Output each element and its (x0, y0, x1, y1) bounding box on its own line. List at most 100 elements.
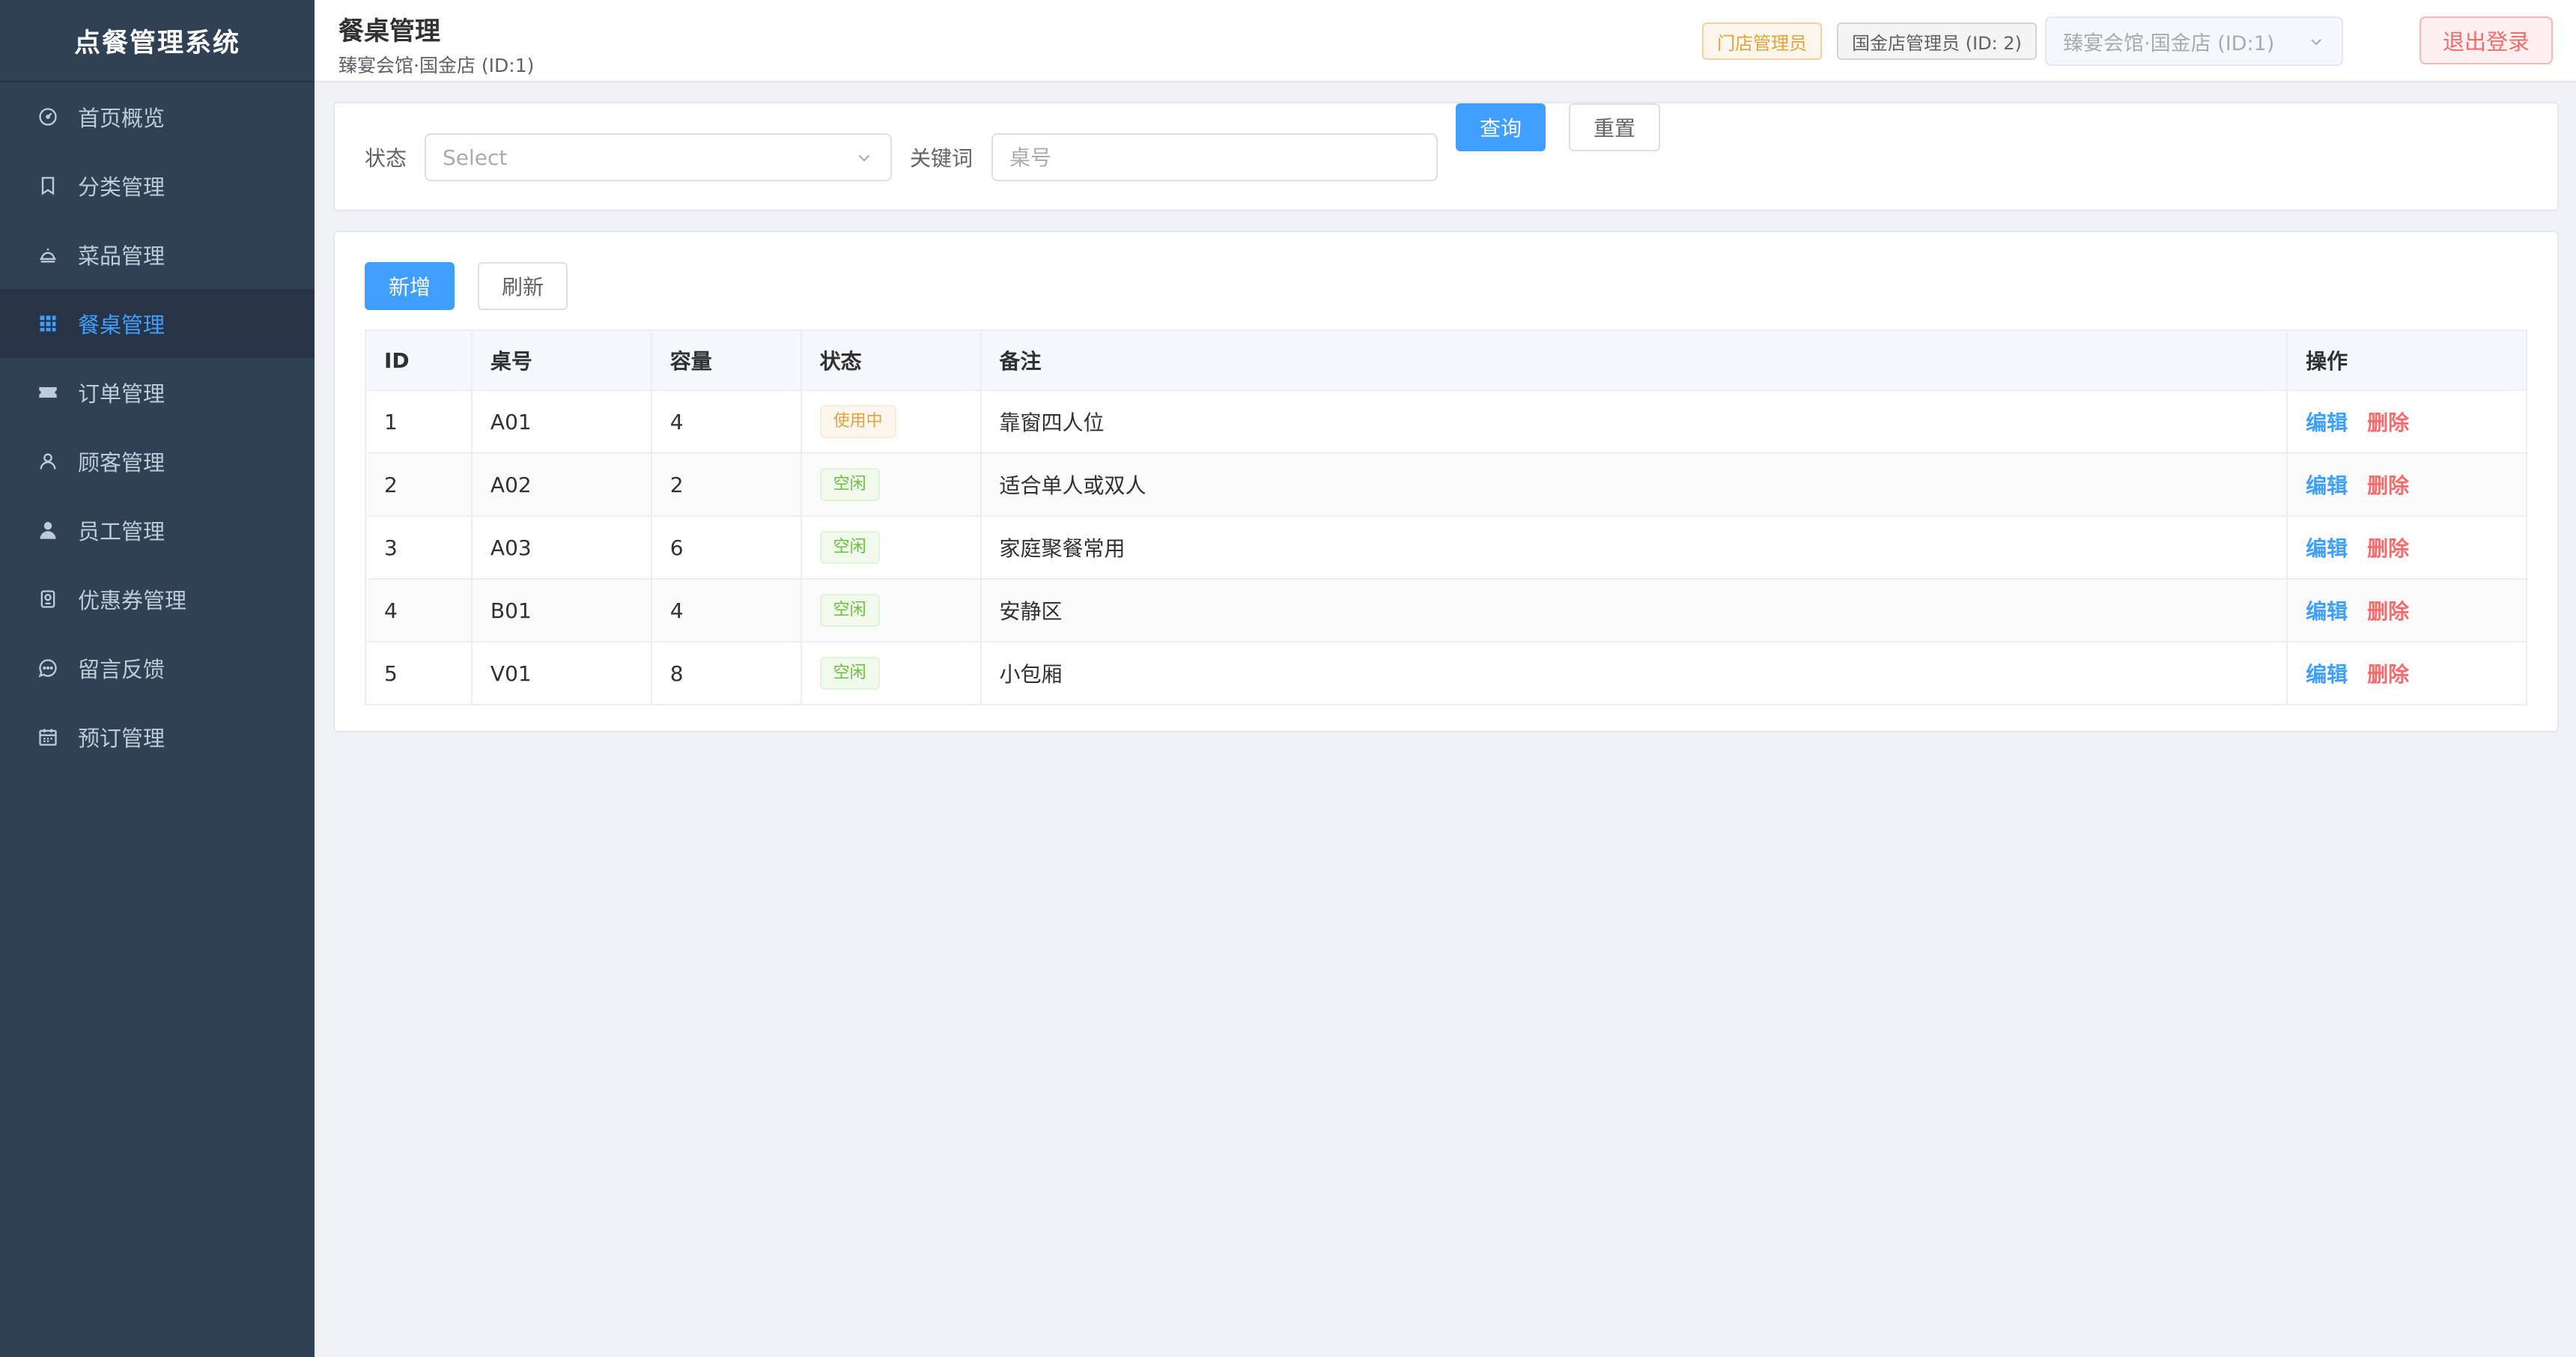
status-label: 状态 (365, 146, 407, 171)
staff-icon (37, 520, 58, 541)
cell-table-no: V01 (470, 641, 652, 705)
delete-link[interactable]: 删除 (2367, 410, 2409, 435)
grid-icon (37, 313, 58, 334)
cell-note: 家庭聚餐常用 (979, 515, 2288, 580)
status-select-placeholder: Select (443, 145, 508, 170)
cell-note: 小包厢 (979, 641, 2288, 705)
cell-actions: 编辑 删除 (2286, 578, 2527, 643)
column-header: 容量 (650, 330, 802, 391)
cell-actions: 编辑 删除 (2286, 641, 2527, 705)
top-header: 餐桌管理 臻宴会馆·国金店 (ID:1) 门店管理员 国金店管理员 (ID: 2… (315, 0, 2576, 82)
status-badge: 空闲 (819, 468, 880, 501)
keyword-input[interactable] (991, 133, 1438, 181)
table-row: 4 B01 4 空闲 安静区 编辑 删除 (365, 578, 2527, 643)
delete-link[interactable]: 删除 (2367, 662, 2409, 687)
table-row: 5 V01 8 空闲 小包厢 编辑 删除 (365, 641, 2527, 705)
edit-link[interactable]: 编辑 (2306, 536, 2348, 561)
cell-capacity: 6 (650, 515, 802, 580)
sidebar-item-label: 留言反馈 (78, 657, 165, 682)
cell-status: 空闲 (800, 452, 982, 517)
delete-link[interactable]: 删除 (2367, 599, 2409, 624)
status-select[interactable]: Select (425, 133, 892, 181)
cell-id: 2 (365, 452, 473, 517)
cell-id: 1 (365, 389, 473, 454)
refresh-button[interactable]: 刷新 (478, 262, 568, 310)
status-badge: 空闲 (819, 594, 880, 627)
sidebar-item-label: 首页概览 (78, 106, 165, 131)
column-header: 操作 (2286, 330, 2527, 391)
logout-button[interactable]: 退出登录 (2419, 16, 2553, 64)
sidebar-item-customers[interactable]: 顾客管理 (0, 427, 315, 496)
sidebar-item-reservations[interactable]: 预订管理 (0, 702, 315, 771)
cell-id: 3 (365, 515, 473, 580)
cell-capacity: 2 (650, 452, 802, 517)
sidebar-item-orders[interactable]: 订单管理 (0, 358, 315, 427)
store-select-value: 臻宴会馆·国金店 (ID:1) (2063, 31, 2275, 55)
column-header: 备注 (979, 330, 2288, 391)
edit-link[interactable]: 编辑 (2306, 599, 2348, 624)
cell-table-no: A01 (470, 389, 652, 454)
sidebar-item-label: 优惠券管理 (78, 588, 187, 613)
table-card: 新增 刷新 ID 桌号 容量 状态 备注 操作 1 A01 4 使用中 靠窗四人… (333, 231, 2559, 732)
table-row: 2 A02 2 空闲 适合单人或双人 编辑 删除 (365, 452, 2527, 517)
sidebar-item-label: 预订管理 (78, 726, 165, 751)
sidebar-item-feedback[interactable]: 留言反馈 (0, 634, 315, 702)
add-button[interactable]: 新增 (365, 262, 455, 310)
tables-table: ID 桌号 容量 状态 备注 操作 1 A01 4 使用中 靠窗四人位 编辑 删除… (365, 330, 2527, 705)
sidebar-item-tables[interactable]: 餐桌管理 (0, 289, 315, 358)
cell-note: 安静区 (979, 578, 2288, 643)
delete-link[interactable]: 删除 (2367, 536, 2409, 561)
sidebar-item-label: 菜品管理 (78, 243, 165, 269)
sidebar-item-label: 分类管理 (78, 174, 165, 200)
table-row: 1 A01 4 使用中 靠窗四人位 编辑 删除 (365, 389, 2527, 454)
column-header: 状态 (800, 330, 982, 391)
cell-actions: 编辑 删除 (2286, 389, 2527, 454)
role-tag: 门店管理员 (1702, 22, 1822, 60)
delete-link[interactable]: 删除 (2367, 473, 2409, 498)
dish-icon (37, 244, 58, 265)
sidebar: 点餐管理系统 首页概览 分类管理 菜品管理 餐桌管理 订单管理 顾客管理 员工管… (0, 0, 315, 1357)
cell-table-no: A03 (470, 515, 652, 580)
sidebar-item-label: 餐桌管理 (78, 312, 165, 338)
store-select[interactable]: 臻宴会馆·国金店 (ID:1) (2045, 16, 2343, 66)
cell-table-no: A02 (470, 452, 652, 517)
sidebar-item-dashboard[interactable]: 首页概览 (0, 82, 315, 151)
edit-link[interactable]: 编辑 (2306, 473, 2348, 498)
search-button[interactable]: 查询 (1456, 103, 1546, 151)
cell-status: 使用中 (800, 389, 982, 454)
cell-status: 空闲 (800, 515, 982, 580)
chat-icon (37, 658, 58, 678)
sidebar-item-category[interactable]: 分类管理 (0, 151, 315, 220)
sidebar-item-staff[interactable]: 员工管理 (0, 496, 315, 565)
sidebar-item-coupons[interactable]: 优惠券管理 (0, 565, 315, 634)
cell-capacity: 4 (650, 389, 802, 454)
sidebar-item-dish[interactable]: 菜品管理 (0, 220, 315, 289)
edit-link[interactable]: 编辑 (2306, 410, 2348, 435)
cell-capacity: 8 (650, 641, 802, 705)
dashboard-icon (37, 106, 58, 127)
column-header: ID (365, 330, 473, 391)
sidebar-item-label: 顾客管理 (78, 450, 165, 476)
cell-status: 空闲 (800, 641, 982, 705)
cell-note: 适合单人或双人 (979, 452, 2288, 517)
status-badge: 使用中 (819, 405, 896, 438)
column-header: 桌号 (470, 330, 652, 391)
table-header-row: ID 桌号 容量 状态 备注 操作 (365, 330, 2527, 391)
cell-actions: 编辑 删除 (2286, 452, 2527, 517)
sidebar-item-label: 员工管理 (78, 519, 165, 544)
cell-id: 4 (365, 578, 473, 643)
sidebar-menu: 首页概览 分类管理 菜品管理 餐桌管理 订单管理 顾客管理 员工管理 优惠券管理… (0, 82, 315, 771)
calendar-icon (37, 726, 58, 747)
filter-card: 状态 Select 关键词 查询 重置 (333, 102, 2559, 211)
app-title: 点餐管理系统 (0, 0, 315, 82)
bookmark-icon (37, 175, 58, 196)
coupon-icon (37, 589, 58, 610)
user-tag: 国金店管理员 (ID: 2) (1837, 22, 2037, 60)
edit-link[interactable]: 编辑 (2306, 662, 2348, 687)
cell-note: 靠窗四人位 (979, 389, 2288, 454)
cell-actions: 编辑 删除 (2286, 515, 2527, 580)
sidebar-item-label: 订单管理 (78, 381, 165, 407)
reset-button[interactable]: 重置 (1569, 103, 1660, 151)
chevron-down-icon (2307, 33, 2325, 56)
cell-capacity: 4 (650, 578, 802, 643)
